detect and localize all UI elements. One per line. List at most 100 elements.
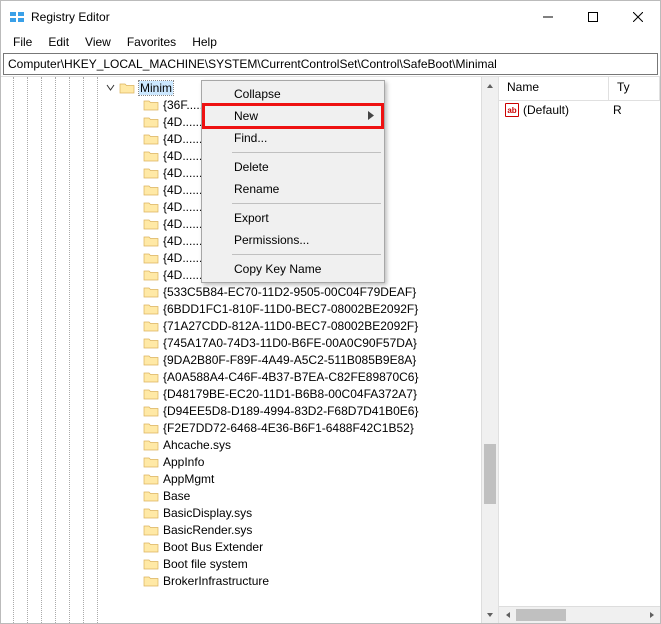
tree-item[interactable]: {D48179BE-EC20-11D1-B6B8-00C04FA372A7}: [1, 385, 498, 402]
menu-item-label: Permissions...: [234, 233, 309, 247]
tree-item-label: {A0A588A4-C46F-4B37-B7EA-C82FE89870C6}: [163, 370, 419, 384]
folder-icon: [143, 404, 159, 418]
expand-toggle[interactable]: [129, 473, 140, 484]
tree-item[interactable]: AppMgmt: [1, 470, 498, 487]
tree-scrollbar-vertical[interactable]: [481, 77, 498, 623]
expand-toggle[interactable]: [129, 320, 140, 331]
expand-toggle[interactable]: [129, 252, 140, 263]
tree-item-label: AppInfo: [163, 455, 204, 469]
expand-toggle[interactable]: [129, 269, 140, 280]
minimize-button[interactable]: [525, 1, 570, 32]
expand-toggle[interactable]: [129, 167, 140, 178]
menu-item-copy-key-name[interactable]: Copy Key Name: [204, 258, 382, 280]
scroll-thumb-h[interactable]: [516, 609, 566, 621]
tree-item[interactable]: BrokerInfrastructure: [1, 572, 498, 589]
expand-toggle[interactable]: [129, 218, 140, 229]
scroll-left-button[interactable]: [499, 607, 516, 623]
app-icon: [9, 9, 25, 25]
folder-icon: [143, 455, 159, 469]
expand-toggle[interactable]: [129, 184, 140, 195]
folder-icon: [143, 472, 159, 486]
expand-toggle[interactable]: [129, 116, 140, 127]
maximize-button[interactable]: [570, 1, 615, 32]
column-name[interactable]: Name: [499, 77, 609, 100]
value-row[interactable]: ab (Default) R: [499, 101, 660, 119]
scroll-right-button[interactable]: [643, 607, 660, 623]
expand-toggle[interactable]: [129, 235, 140, 246]
menu-separator: [232, 254, 381, 255]
tree-item-label: Boot Bus Extender: [163, 540, 263, 554]
folder-icon: [143, 132, 159, 146]
expand-toggle[interactable]: [129, 99, 140, 110]
expand-toggle[interactable]: [129, 507, 140, 518]
expand-toggle[interactable]: [129, 575, 140, 586]
tree-item[interactable]: Ahcache.sys: [1, 436, 498, 453]
menu-item-permissions[interactable]: Permissions...: [204, 229, 382, 251]
address-bar[interactable]: Computer\HKEY_LOCAL_MACHINE\SYSTEM\Curre…: [3, 53, 658, 75]
tree-item[interactable]: Boot file system: [1, 555, 498, 572]
main-area: Minim{36F...........................3000…: [1, 76, 660, 623]
scroll-thumb[interactable]: [484, 444, 496, 504]
tree-item[interactable]: {A0A588A4-C46F-4B37-B7EA-C82FE89870C6}: [1, 368, 498, 385]
tree-item[interactable]: {9DA2B80F-F89F-4A49-A5C2-511B085B9E8A}: [1, 351, 498, 368]
tree-item[interactable]: {533C5B84-EC70-11D2-9505-00C04F79DEAF}: [1, 283, 498, 300]
tree-item[interactable]: {F2E7DD72-6468-4E36-B6F1-6488F42C1B52}: [1, 419, 498, 436]
expand-toggle[interactable]: [129, 439, 140, 450]
expand-toggle[interactable]: [129, 371, 140, 382]
folder-icon: [143, 506, 159, 520]
tree-item[interactable]: Boot Bus Extender: [1, 538, 498, 555]
expand-toggle[interactable]: [129, 201, 140, 212]
expand-toggle[interactable]: [129, 541, 140, 552]
menu-item-export[interactable]: Export: [204, 207, 382, 229]
expand-toggle[interactable]: [129, 303, 140, 314]
menu-file[interactable]: File: [7, 33, 38, 51]
expand-toggle[interactable]: [129, 405, 140, 416]
scroll-up-button[interactable]: [482, 77, 498, 94]
tree-item[interactable]: {745A17A0-74D3-11D0-B6FE-00A0C90F57DA}: [1, 334, 498, 351]
menu-item-collapse[interactable]: Collapse: [204, 83, 382, 105]
menu-item-delete[interactable]: Delete: [204, 156, 382, 178]
folder-icon: [143, 370, 159, 384]
tree-item[interactable]: {6BDD1FC1-810F-11D0-BEC7-08002BE2092F}: [1, 300, 498, 317]
menu-edit[interactable]: Edit: [42, 33, 75, 51]
expand-toggle[interactable]: [129, 456, 140, 467]
menu-item-new[interactable]: New: [204, 105, 382, 127]
tree-item[interactable]: {71A27CDD-812A-11D0-BEC7-08002BE2092F}: [1, 317, 498, 334]
tree-item[interactable]: BasicRender.sys: [1, 521, 498, 538]
scroll-down-button[interactable]: [482, 606, 498, 623]
tree-item[interactable]: BasicDisplay.sys: [1, 504, 498, 521]
tree-pane: Minim{36F...........................3000…: [1, 77, 499, 623]
menu-view[interactable]: View: [79, 33, 117, 51]
expand-toggle[interactable]: [129, 286, 140, 297]
tree-item[interactable]: Base: [1, 487, 498, 504]
tree-item[interactable]: {D94EE5D8-D189-4994-83D2-F68D7D41B0E6}: [1, 402, 498, 419]
menu-item-label: Rename: [234, 182, 279, 196]
menu-item-find[interactable]: Find...: [204, 127, 382, 149]
close-button[interactable]: [615, 1, 660, 32]
expand-toggle[interactable]: [129, 524, 140, 535]
string-value-icon: ab: [505, 103, 519, 117]
expand-toggle[interactable]: [129, 150, 140, 161]
expand-toggle[interactable]: [129, 490, 140, 501]
values-scrollbar-horizontal[interactable]: [499, 606, 660, 623]
expand-toggle[interactable]: [105, 82, 116, 93]
folder-icon: [143, 285, 159, 299]
folder-icon: [119, 81, 135, 95]
expand-toggle[interactable]: [129, 422, 140, 433]
menu-favorites[interactable]: Favorites: [121, 33, 182, 51]
tree-item-label: {71A27CDD-812A-11D0-BEC7-08002BE2092F}: [163, 319, 418, 333]
tree-item-label: {745A17A0-74D3-11D0-B6FE-00A0C90F57DA}: [163, 336, 417, 350]
tree-item[interactable]: AppInfo: [1, 453, 498, 470]
column-type[interactable]: Ty: [609, 77, 660, 100]
menu-help[interactable]: Help: [186, 33, 223, 51]
expand-toggle[interactable]: [129, 133, 140, 144]
value-type-initial: R: [613, 103, 622, 117]
tree-item-label: {D94EE5D8-D189-4994-83D2-F68D7D41B0E6}: [163, 404, 419, 418]
tree-item-label: Ahcache.sys: [163, 438, 231, 452]
expand-toggle[interactable]: [129, 388, 140, 399]
expand-toggle[interactable]: [129, 354, 140, 365]
expand-toggle[interactable]: [129, 337, 140, 348]
menu-item-rename[interactable]: Rename: [204, 178, 382, 200]
folder-icon: [143, 489, 159, 503]
expand-toggle[interactable]: [129, 558, 140, 569]
